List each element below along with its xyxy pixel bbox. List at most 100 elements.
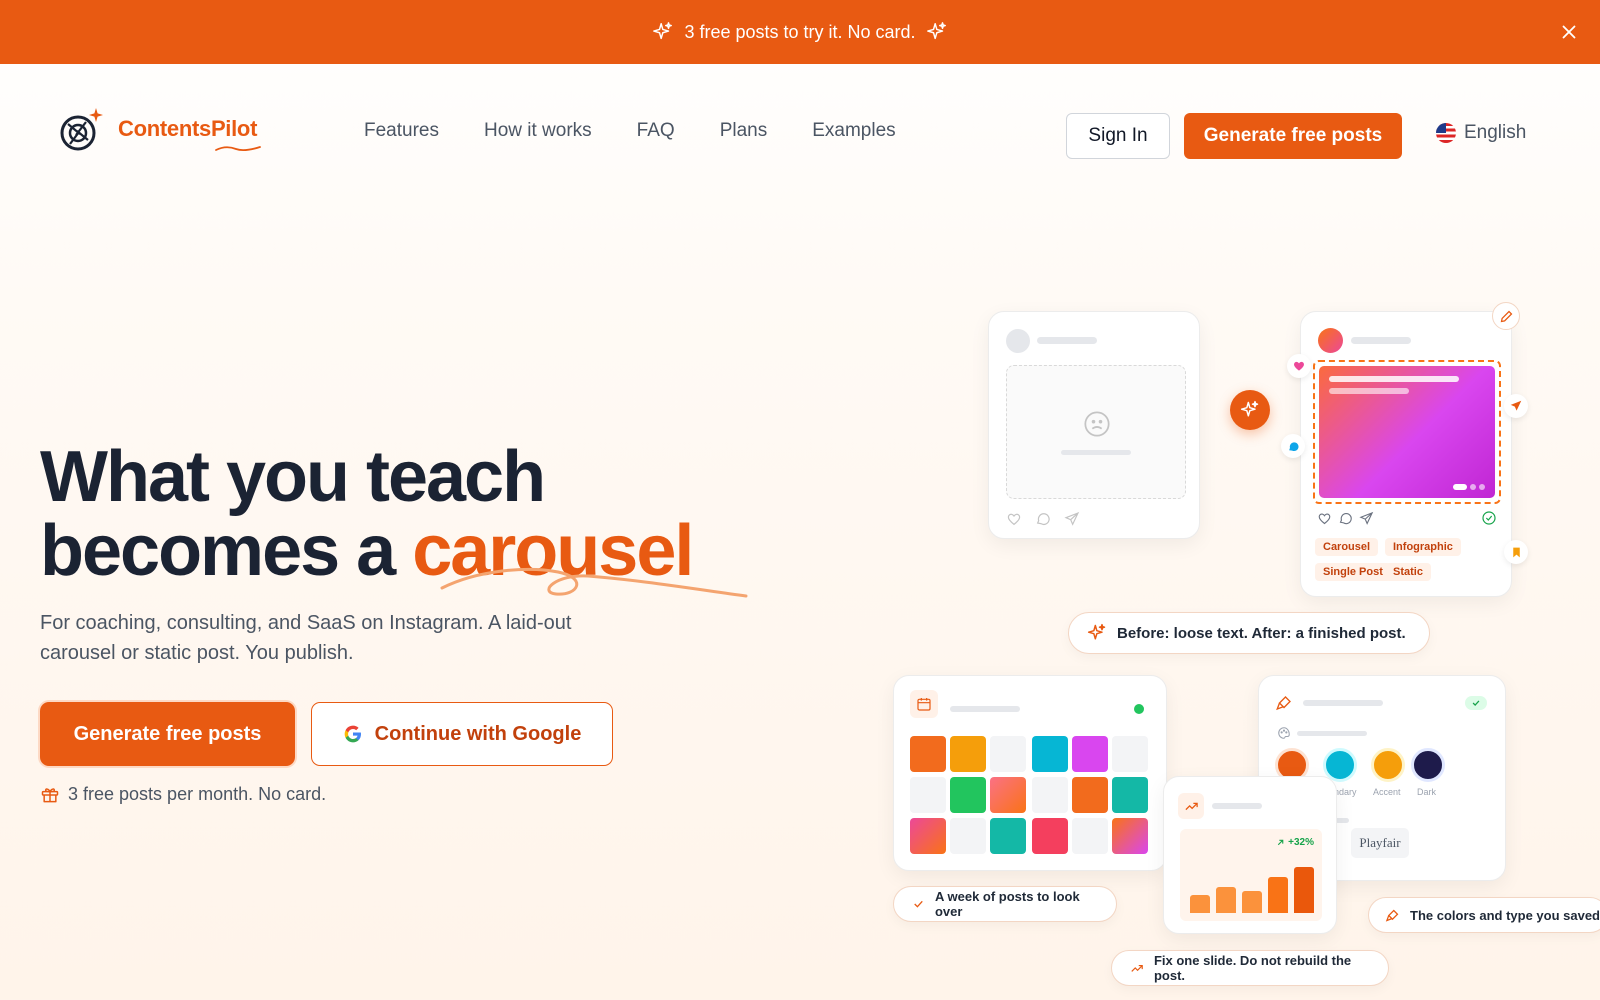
name-placeholder	[1351, 337, 1411, 344]
avatar-placeholder	[1006, 329, 1030, 353]
sparkle-icon	[1240, 400, 1259, 417]
nav-examples[interactable]: Examples	[812, 120, 895, 142]
sparkle-icon	[926, 22, 946, 40]
before-post-card	[988, 311, 1200, 539]
saved-badge	[1465, 696, 1487, 710]
tag-infographic[interactable]: Infographic	[1385, 538, 1461, 556]
bookmark-bubble	[1504, 540, 1528, 564]
growth-chart-area: +32%	[1180, 829, 1322, 921]
grid-tile	[990, 777, 1026, 813]
free-note-text: 3 free posts per month. No card.	[68, 784, 327, 804]
close-icon[interactable]	[1558, 21, 1580, 43]
google-icon	[344, 725, 361, 743]
grid-tile	[990, 818, 1026, 854]
grid-tile	[950, 818, 986, 854]
edit-pencil-button[interactable]	[1492, 302, 1520, 330]
nav-faq[interactable]: FAQ	[637, 120, 675, 142]
grid-tile	[1072, 818, 1108, 854]
calendar-card	[893, 675, 1167, 871]
swatch-label-dark: Dark	[1417, 787, 1437, 797]
logo-wordmark: ContentsPilot	[118, 116, 261, 152]
sign-in-button[interactable]: Sign In	[1066, 113, 1170, 159]
tag-single-post[interactable]: Single Post	[1315, 563, 1391, 581]
announcement-bar: 3 free posts to try it. No card.	[0, 0, 1600, 64]
logo-part-1: Contents	[118, 116, 211, 141]
grid-tile	[950, 736, 986, 772]
week-of-posts-text: A week of posts to look over	[934, 889, 1080, 919]
brand-title-placeholder	[1303, 700, 1383, 706]
send-icon	[1064, 511, 1080, 526]
check-circle-icon	[1482, 511, 1496, 525]
calendar-icon	[917, 698, 931, 711]
status-dot	[1134, 704, 1144, 714]
tag-static[interactable]: Static	[1385, 563, 1431, 581]
hero-subtitle: For coaching, consulting, and SaaS on In…	[40, 612, 572, 664]
heart-icon	[1007, 513, 1021, 526]
language-label: English	[1464, 122, 1527, 143]
nav-plans[interactable]: Plans	[720, 120, 768, 142]
paintbrush-icon	[1276, 696, 1291, 711]
post-grid	[910, 736, 1154, 862]
site-header: ContentsPilot Features How it works FAQ …	[0, 64, 1600, 210]
logo-aperture-icon	[60, 108, 103, 151]
logo-underline	[215, 146, 261, 152]
brand-colors-pill: The colors and type you saved	[1368, 897, 1600, 933]
grid-tile	[1032, 818, 1068, 854]
magic-transform-button[interactable]	[1230, 390, 1270, 430]
grid-tile	[1112, 736, 1148, 772]
arrow-up-right-icon	[1277, 839, 1284, 846]
growth-bar	[1190, 895, 1210, 913]
carousel-slide-preview	[1319, 366, 1495, 498]
check-icon	[1472, 700, 1480, 706]
swatch-dark[interactable]	[1411, 748, 1445, 782]
grid-tile	[990, 736, 1026, 772]
check-icon	[914, 900, 923, 908]
announcement-text: 3 free posts to try it. No card.	[684, 21, 916, 42]
grid-tile	[1032, 736, 1068, 772]
swatch-accent[interactable]	[1371, 748, 1405, 782]
hero-generate-button[interactable]: Generate free posts	[40, 702, 295, 766]
empty-image-placeholder	[1006, 365, 1186, 499]
us-flag-icon	[1436, 123, 1456, 143]
selected-slide-frame[interactable]	[1313, 360, 1501, 504]
language-selector[interactable]: English	[1436, 122, 1526, 144]
brand-colors-text: The colors and type you saved	[1410, 907, 1600, 923]
comment-bubble	[1281, 434, 1305, 458]
before-after-text: Before: loose text. After: a finished po…	[1117, 624, 1406, 642]
font-sample-chip[interactable]: Playfair	[1351, 828, 1409, 858]
caption-placeholder	[1061, 450, 1131, 455]
paintbrush-icon	[1385, 909, 1399, 922]
bookmark-icon	[1512, 547, 1520, 557]
continue-with-google-button[interactable]: Continue with Google	[311, 702, 613, 766]
trending-up-icon	[1184, 802, 1198, 810]
grid-tile	[910, 818, 946, 854]
grid-tile	[1072, 777, 1108, 813]
nav-features[interactable]: Features	[364, 120, 439, 142]
slide-headline-bar	[1329, 376, 1459, 382]
share-bubble	[1504, 394, 1528, 418]
fix-one-slide-text: Fix one slide. Do not rebuild the post.	[1153, 953, 1352, 983]
hero-title-line-2: becomes a	[40, 511, 413, 591]
font-sample-text: Playfair	[1359, 835, 1401, 850]
after-post-card: Carousel Infographic Single Post Static	[1300, 311, 1512, 597]
growth-title-placeholder	[1212, 803, 1262, 809]
comment-icon	[1339, 513, 1352, 525]
before-after-pill: Before: loose text. After: a finished po…	[1068, 612, 1430, 654]
sad-face-icon	[1084, 411, 1110, 437]
logo[interactable]: ContentsPilot	[58, 104, 261, 154]
nav-how-it-works[interactable]: How it works	[484, 120, 592, 142]
growth-value-text: +32%	[1288, 837, 1314, 848]
tag-carousel[interactable]: Carousel	[1315, 538, 1379, 556]
sparkle-icon	[1087, 623, 1106, 640]
growth-bar	[1294, 867, 1314, 913]
generate-free-posts-button[interactable]: Generate free posts	[1184, 113, 1402, 159]
pencil-icon	[1500, 310, 1512, 322]
growth-bar	[1268, 877, 1288, 913]
comment-icon	[1036, 513, 1050, 525]
week-of-posts-pill: A week of posts to look over	[893, 886, 1117, 922]
heart-filled-icon	[1294, 361, 1304, 371]
grid-tile	[910, 736, 946, 772]
trend-icon-badge	[1178, 793, 1204, 819]
grid-tile	[910, 777, 946, 813]
grid-tile	[1032, 777, 1068, 813]
